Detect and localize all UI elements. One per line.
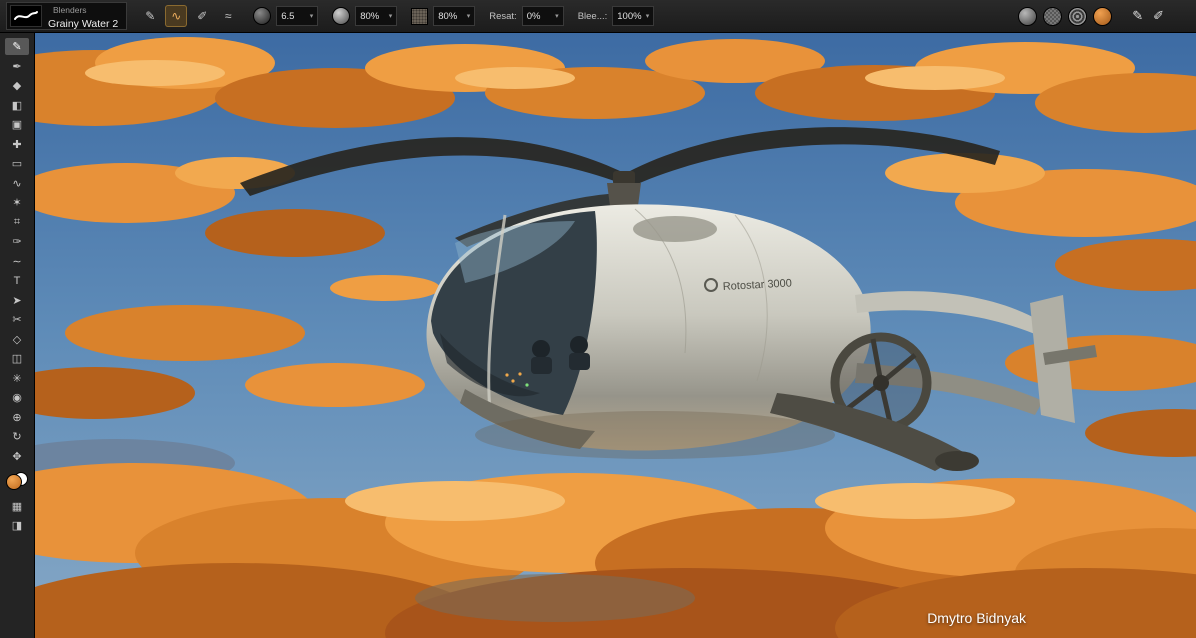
mirror-painting-tool[interactable]: ◫ bbox=[5, 350, 29, 367]
document-canvas[interactable]: Rotostar 3000 Dmytro Bidnyak bbox=[35, 33, 1196, 638]
stroke-icon[interactable]: ≈ bbox=[217, 5, 239, 27]
paper-selector[interactable]: ▦ bbox=[5, 498, 29, 515]
quick-curve-tool[interactable]: ∼ bbox=[5, 253, 29, 270]
main-color-swatch[interactable] bbox=[6, 472, 28, 490]
brush-selector[interactable]: Blenders Grainy Water 2 bbox=[6, 2, 127, 30]
layer-adjuster-tool[interactable]: ✚ bbox=[5, 136, 29, 153]
primary-color-swatch[interactable] bbox=[6, 474, 22, 490]
paint-bucket-tool[interactable]: ◧ bbox=[5, 97, 29, 114]
bleed-label: Blee...: bbox=[578, 11, 608, 22]
shape-select-tool[interactable]: ➤ bbox=[5, 292, 29, 309]
eraser-tool[interactable]: ◆ bbox=[5, 77, 29, 94]
brush-tool[interactable]: ✎ bbox=[5, 38, 29, 55]
blender-icon[interactable]: ∿ bbox=[165, 5, 187, 27]
gradient-selector[interactable]: ◨ bbox=[5, 517, 29, 534]
canvas-artwork[interactable]: Rotostar 3000 bbox=[35, 33, 1196, 638]
brush-size-icon bbox=[253, 7, 271, 25]
brush-variant-label: Grainy Water 2 bbox=[48, 19, 118, 31]
brush-icon[interactable]: ✎ bbox=[139, 5, 161, 27]
rect-select-tool[interactable]: ▭ bbox=[5, 155, 29, 172]
artist-credit: Dmytro Bidnyak bbox=[927, 610, 1026, 626]
brush-calibrate-icon[interactable]: ✐ bbox=[1153, 8, 1164, 24]
shape-edit-tool[interactable]: ◇ bbox=[5, 331, 29, 348]
stamp-tool[interactable]: ▣ bbox=[5, 116, 29, 133]
rotate-page-tool[interactable]: ↻ bbox=[5, 428, 29, 445]
chevron-down-icon[interactable]: ▾ bbox=[646, 12, 650, 20]
dropper-tool[interactable]: ✒ bbox=[5, 58, 29, 75]
resat-field[interactable]: 0% ▾ bbox=[522, 6, 564, 26]
grain-field[interactable]: 80% ▾ bbox=[433, 6, 475, 26]
toolbox: ✎ ✒ ◆ ◧ ▣ ✚ ▭ ∿ ✶ ⌗ ✑ ∼ T ➤ ✂ ◇ ◫ ✳ ◉ ⊕ ↻ ✥ ▦ ◨ bbox=[0, 33, 35, 638]
size-field[interactable]: 6.5 ▾ bbox=[276, 6, 318, 26]
chevron-down-icon[interactable]: ▾ bbox=[389, 12, 393, 20]
resat-control: Resat: 0% ▾ bbox=[489, 6, 563, 26]
mixer-pad-icon[interactable] bbox=[1018, 7, 1037, 26]
color-selector-icon[interactable] bbox=[1093, 7, 1112, 26]
text-tool[interactable]: T bbox=[5, 272, 29, 289]
brush-ghost-icon[interactable]: ✎ bbox=[1132, 8, 1143, 24]
kaleidoscope-tool[interactable]: ✳ bbox=[5, 370, 29, 387]
brush-stroke-preview-icon bbox=[10, 5, 42, 27]
opacity-field[interactable]: 80% ▾ bbox=[355, 6, 397, 26]
painter-app: Blenders Grainy Water 2 ✎∿✐≈ 6.5 ▾ 80% ▾ bbox=[0, 0, 1196, 638]
chevron-down-icon[interactable]: ▾ bbox=[467, 12, 471, 20]
grain-control: 80% ▾ bbox=[411, 6, 475, 26]
lasso-tool[interactable]: ∿ bbox=[5, 175, 29, 192]
pen-tool[interactable]: ✑ bbox=[5, 233, 29, 250]
content-selectors bbox=[1018, 7, 1112, 26]
bleed-field[interactable]: 100% ▾ bbox=[612, 6, 654, 26]
chevron-down-icon[interactable]: ▾ bbox=[555, 12, 559, 20]
size-control: 6.5 ▾ bbox=[253, 6, 318, 26]
pattern-selector-icon[interactable] bbox=[1068, 7, 1087, 26]
grabber-tool[interactable]: ✥ bbox=[5, 448, 29, 465]
divine-proportion-tool[interactable]: ◉ bbox=[5, 389, 29, 406]
brush-category-label: Blenders bbox=[48, 2, 118, 19]
airbrush-icon[interactable]: ✐ bbox=[191, 5, 213, 27]
chevron-down-icon[interactable]: ▾ bbox=[310, 12, 314, 20]
paper-selector-icon[interactable] bbox=[1043, 7, 1062, 26]
resat-label: Resat: bbox=[489, 11, 516, 22]
grain-icon bbox=[411, 8, 428, 25]
opacity-control: 80% ▾ bbox=[332, 6, 397, 26]
tool-mode-group: ✎∿✐≈ bbox=[139, 5, 239, 27]
opacity-icon bbox=[332, 7, 350, 25]
brush-utility-group: ✎✐ bbox=[1132, 8, 1164, 24]
scissors-tool[interactable]: ✂ bbox=[5, 311, 29, 328]
crop-tool[interactable]: ⌗ bbox=[5, 214, 29, 231]
top-toolbar: Blenders Grainy Water 2 ✎∿✐≈ 6.5 ▾ 80% ▾ bbox=[0, 0, 1196, 33]
zoom-tool[interactable]: ⊕ bbox=[5, 409, 29, 426]
magic-wand-tool[interactable]: ✶ bbox=[5, 194, 29, 211]
bleed-control: Blee...: 100% ▾ bbox=[578, 6, 655, 26]
